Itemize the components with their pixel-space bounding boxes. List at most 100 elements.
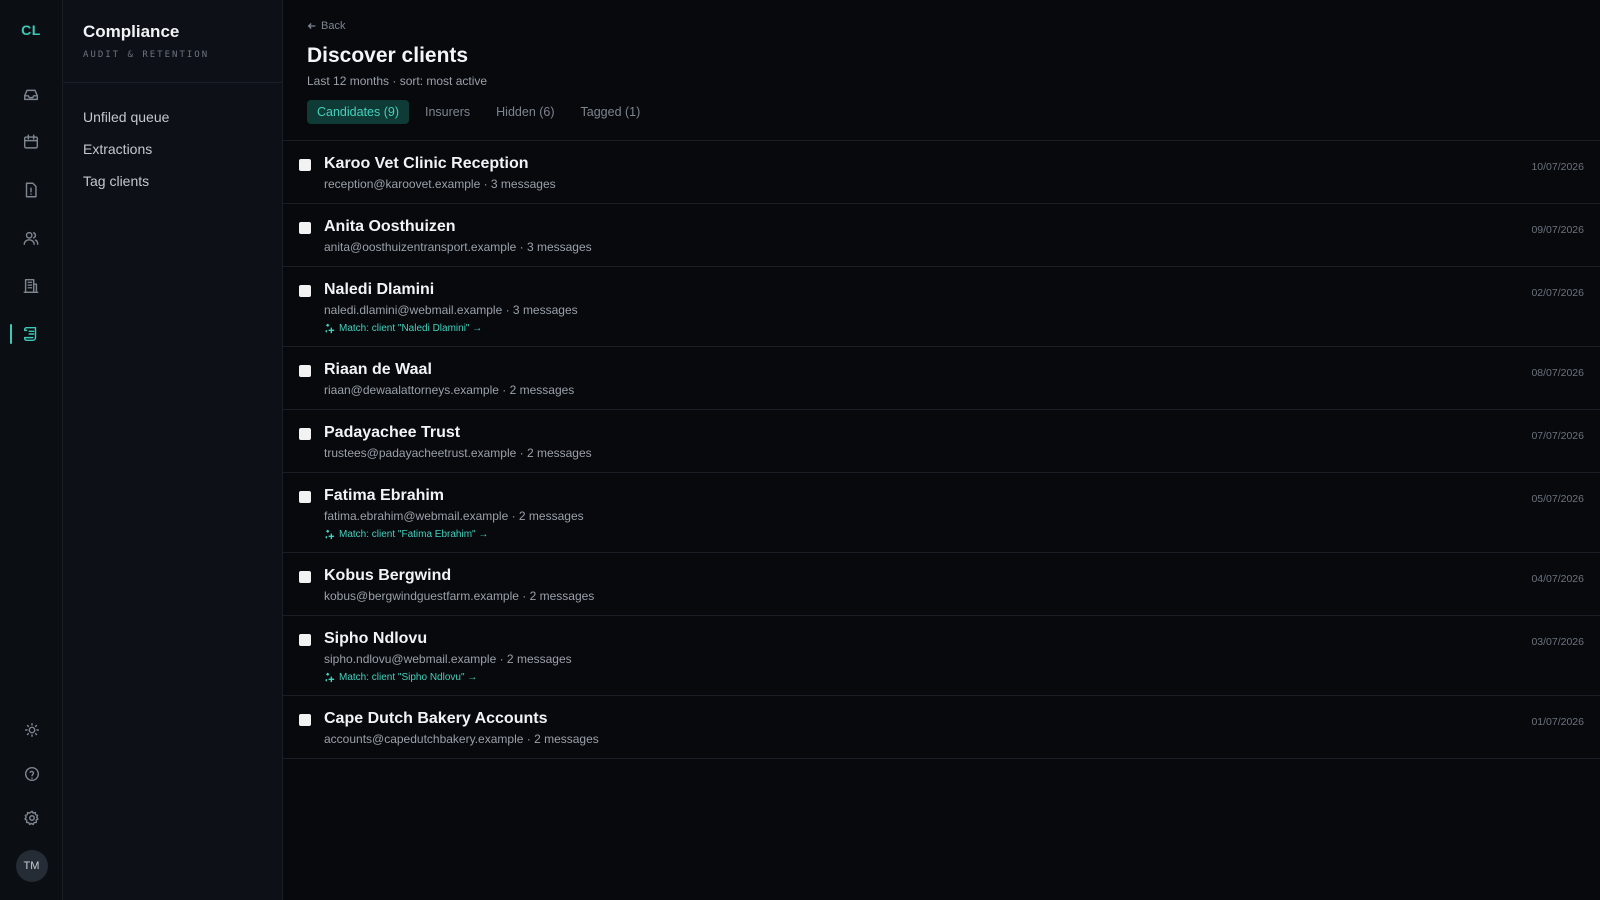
row-date: 10/07/2026 (1531, 161, 1584, 173)
client-name: Riaan de Waal (324, 361, 432, 378)
rail-button-gear[interactable] (0, 796, 63, 840)
scroll-icon (23, 326, 37, 342)
match-link[interactable]: Match: client "Fatima Ebrahim" → (324, 529, 488, 540)
filter-tabs: Candidates (9) Insurers Hidden (6) Tagged (… (307, 100, 1576, 124)
client-meta: accounts@capedutchbakery.example · 2 mes… (324, 732, 599, 746)
list-item[interactable]: Karoo Vet Clinic Reception reception@karo… (283, 141, 1600, 204)
app-shell: CL TM Compliance AUDIT & RETENTION Unfil… (0, 0, 1600, 900)
row-checkbox[interactable] (299, 714, 311, 726)
sidebar-item-tag-clients[interactable]: Tag clients (63, 165, 282, 197)
list-item[interactable]: Fatima Ebrahim fatima.ebrahim@webmail.exa… (283, 473, 1600, 553)
sidebar-subtitle: AUDIT & RETENTION (83, 50, 210, 60)
client-meta: naledi.dlamini@webmail.example · 3 messa… (324, 303, 578, 317)
client-name: Kobus Bergwind (324, 567, 452, 584)
row-checkbox[interactable] (299, 634, 311, 646)
match-link[interactable]: Match: client "Naledi Dlamini" → (324, 323, 482, 334)
page-header: Back Discover clients Last 12 months · s… (283, 0, 1600, 141)
row-date: 02/07/2026 (1531, 287, 1584, 299)
rail-button-users[interactable] (0, 214, 63, 262)
row-checkbox[interactable] (299, 365, 311, 377)
row-body: Riaan de Waal riaan@dewaalattorneys.examp… (324, 361, 1584, 397)
sparkle-icon (325, 323, 335, 334)
row-checkbox[interactable] (299, 222, 311, 234)
rail-button-help[interactable] (0, 752, 63, 796)
list-item[interactable]: Kobus Bergwind kobus@bergwindguestfarm.ex… (283, 553, 1600, 616)
client-meta: anita@oosthuizentransport.example · 3 me… (324, 240, 592, 254)
match-label: Match: client "Fatima Ebrahim" → (339, 529, 489, 540)
back-label: Back (321, 20, 346, 32)
page-title: Discover clients (307, 44, 469, 67)
list-item[interactable]: Naledi Dlamini naledi.dlamini@webmail.exa… (283, 267, 1600, 347)
row-checkbox[interactable] (299, 159, 311, 171)
row-date: 05/07/2026 (1531, 493, 1584, 505)
list-item[interactable]: Cape Dutch Bakery Accounts accounts@caped… (283, 696, 1600, 759)
match-link[interactable]: Match: client "Sipho Ndlovu" → (324, 672, 477, 683)
client-meta: reception@karoovet.example · 3 messages (324, 177, 556, 191)
calendar-icon (23, 134, 39, 149)
rail-button-scroll[interactable] (0, 310, 63, 358)
client-name: Anita Oosthuizen (324, 218, 456, 235)
client-meta: riaan@dewaalattorneys.example · 2 messag… (324, 383, 575, 397)
rail-button-building[interactable] (0, 262, 63, 310)
sun-icon (24, 722, 39, 738)
client-name: Fatima Ebrahim (324, 487, 445, 504)
rail-button-alert-file[interactable] (0, 166, 63, 214)
sidebar-item-extractions[interactable]: Extractions (63, 133, 282, 165)
row-date: 01/07/2026 (1531, 716, 1584, 728)
row-checkbox[interactable] (299, 491, 311, 503)
rail-bottom-icons (0, 708, 63, 840)
match-label: Match: client "Naledi Dlamini" → (339, 323, 483, 334)
sparkle-icon (325, 672, 335, 683)
arrow-left-icon (307, 23, 316, 29)
rail-bottom-group: TM (0, 708, 63, 882)
row-body: Naledi Dlamini naledi.dlamini@webmail.exa… (324, 281, 1584, 334)
candidate-list: Karoo Vet Clinic Reception reception@karo… (283, 141, 1600, 900)
row-date: 07/07/2026 (1531, 430, 1584, 442)
main-content: Back Discover clients Last 12 months · s… (283, 0, 1600, 900)
building-icon (23, 278, 39, 294)
rail-button-sun[interactable] (0, 708, 63, 752)
client-name: Cape Dutch Bakery Accounts (324, 710, 548, 727)
sidebar-item-unfiled-queue[interactable]: Unfiled queue (63, 101, 282, 133)
row-checkbox[interactable] (299, 285, 311, 297)
rail-button-inbox[interactable] (0, 70, 63, 118)
tab-insurers[interactable]: Insurers (415, 100, 480, 124)
sparkle-icon (325, 529, 335, 540)
user-avatar[interactable]: TM (15, 850, 48, 882)
sidebar-nav: Unfiled queue Extractions Tag clients (63, 83, 282, 197)
match-label: Match: client "Sipho Ndlovu" → (339, 672, 478, 683)
tab-hidden[interactable]: Hidden (6) (486, 100, 564, 124)
list-item[interactable]: Anita Oosthuizen anita@oosthuizentranspor… (283, 204, 1600, 267)
gear-icon (23, 810, 39, 826)
client-meta: fatima.ebrahim@webmail.example · 2 messa… (324, 509, 584, 523)
list-item[interactable]: Padayachee Trust trustees@padayacheetrust… (283, 410, 1600, 473)
inbox-icon (23, 89, 39, 101)
client-meta: kobus@bergwindguestfarm.example · 2 mess… (324, 589, 595, 603)
back-link[interactable]: Back (307, 20, 345, 32)
row-checkbox[interactable] (299, 571, 311, 583)
row-checkbox[interactable] (299, 428, 311, 440)
rail-top-group (0, 70, 63, 358)
secondary-sidebar: Compliance AUDIT & RETENTION Unfiled que… (63, 0, 283, 900)
list-item[interactable]: Riaan de Waal riaan@dewaalattorneys.examp… (283, 347, 1600, 410)
tab-tagged[interactable]: Tagged (1) (571, 100, 651, 124)
row-date: 09/07/2026 (1531, 224, 1584, 236)
row-body: Fatima Ebrahim fatima.ebrahim@webmail.exa… (324, 487, 1584, 540)
row-body: Kobus Bergwind kobus@bergwindguestfarm.ex… (324, 567, 1584, 603)
page-subtitle: Last 12 months · sort: most active (307, 74, 488, 88)
rail-button-calendar[interactable] (0, 118, 63, 166)
row-date: 04/07/2026 (1531, 573, 1584, 585)
client-meta: trustees@padayacheetrust.example · 2 mes… (324, 446, 592, 460)
tab-candidates[interactable]: Candidates (9) (307, 100, 409, 124)
row-body: Anita Oosthuizen anita@oosthuizentranspor… (324, 218, 1584, 254)
alert-file-icon (25, 182, 37, 198)
help-icon (24, 766, 39, 782)
row-date: 03/07/2026 (1531, 636, 1584, 648)
app-logo[interactable]: CL (21, 22, 41, 42)
client-meta: sipho.ndlovu@webmail.example · 2 message… (324, 652, 572, 666)
client-name: Naledi Dlamini (324, 281, 435, 298)
client-name: Karoo Vet Clinic Reception (324, 155, 529, 172)
row-body: Karoo Vet Clinic Reception reception@karo… (324, 155, 1584, 191)
row-body: Sipho Ndlovu sipho.ndlovu@webmail.example… (324, 630, 1584, 683)
list-item[interactable]: Sipho Ndlovu sipho.ndlovu@webmail.example… (283, 616, 1600, 696)
